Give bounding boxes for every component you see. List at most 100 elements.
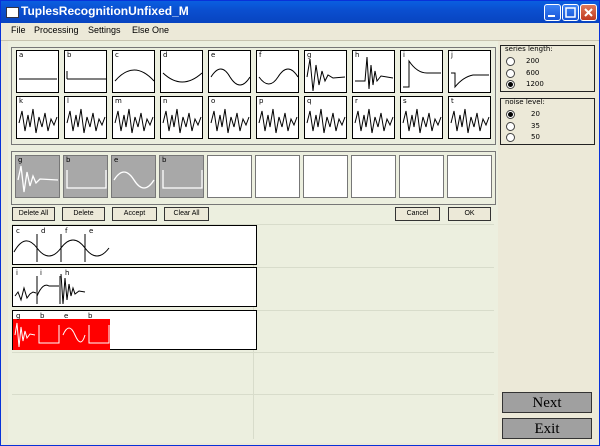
pattern-tile-f[interactable]: f	[256, 50, 299, 93]
delete-all-button[interactable]: Delete All	[12, 207, 55, 221]
result-waveform	[14, 273, 86, 305]
pattern-tile-o[interactable]: o	[208, 96, 251, 139]
pattern-tile-i[interactable]: i	[400, 50, 443, 93]
pattern-tile-b[interactable]: b	[64, 50, 107, 93]
pattern-waveform	[210, 108, 250, 134]
pattern-tile-a[interactable]: a	[16, 50, 59, 93]
pattern-waveform	[162, 108, 202, 134]
pattern-tile-c[interactable]: c	[112, 50, 155, 93]
selection-label: b	[162, 156, 167, 164]
grid-line	[12, 394, 494, 395]
pattern-tile-g[interactable]: g	[304, 50, 347, 93]
radio-label: 1200	[526, 80, 544, 88]
delete-button[interactable]: Delete	[62, 207, 105, 221]
radio-label: 50	[531, 133, 540, 141]
radio-label: 600	[526, 69, 540, 77]
noise-level-title: noise level:	[505, 98, 545, 106]
series-length-1200-radio[interactable]	[506, 80, 515, 89]
minimize-button[interactable]	[544, 4, 561, 21]
accept-button[interactable]: Accept	[112, 207, 157, 221]
cancel-button[interactable]: Cancel	[395, 207, 440, 221]
pattern-tile-h[interactable]: h	[352, 50, 395, 93]
exit-button[interactable]: Exit	[502, 418, 592, 439]
next-button[interactable]: Next	[502, 392, 592, 413]
pattern-waveform	[450, 108, 490, 134]
series-length-200-radio[interactable]	[506, 57, 515, 66]
selection-slot[interactable]	[447, 155, 492, 198]
selection-slot[interactable]: b	[63, 155, 108, 198]
noise-level-35-radio[interactable]	[506, 122, 515, 131]
pattern-waveform	[18, 108, 58, 134]
pattern-waveform	[114, 108, 154, 134]
selection-slot[interactable]	[399, 155, 444, 198]
menu-else-one[interactable]: Else One	[132, 25, 169, 35]
pattern-tile-q[interactable]: q	[304, 96, 347, 139]
pattern-tile-r[interactable]: r	[352, 96, 395, 139]
selection-slot[interactable]: b	[159, 155, 204, 198]
noise-level-50-radio[interactable]	[506, 133, 515, 142]
pattern-waveform	[162, 72, 203, 83]
main-panel: Delete All Delete Accept Clear All Cance…	[8, 41, 498, 443]
selection-waveform	[162, 170, 203, 189]
pattern-waveform	[66, 71, 106, 80]
noise-level-group: noise level: 20 35 50	[500, 98, 595, 145]
window-title: TuplesRecognitionUnfixed_M	[21, 4, 189, 18]
app-window: TuplesRecognitionUnfixed_M File Processi…	[0, 0, 600, 446]
pattern-tile-k[interactable]: k	[16, 96, 59, 139]
pattern-waveform	[306, 58, 346, 92]
radio-label: 35	[531, 122, 540, 130]
pattern-tile-s[interactable]: s	[400, 96, 443, 139]
pattern-tile-j[interactable]: j	[448, 50, 491, 93]
pattern-tile-l[interactable]: l	[64, 96, 107, 139]
maximize-button[interactable]	[562, 4, 579, 21]
selection-label: g	[18, 156, 23, 164]
result-waveform	[14, 322, 110, 348]
pattern-waveform	[19, 78, 57, 80]
menu-file[interactable]: File	[11, 25, 26, 35]
radio-label: 20	[531, 110, 540, 118]
menu-bar: File Processing Settings Else One	[1, 23, 599, 41]
selection-slot[interactable]: g	[15, 155, 60, 198]
radio-label: 200	[526, 57, 540, 65]
selection-label: b	[66, 156, 71, 164]
pattern-waveform	[403, 59, 441, 88]
result-row[interactable]: i i h	[12, 267, 257, 307]
pattern-waveform	[258, 108, 298, 134]
series-length-title: series length:	[505, 45, 553, 53]
selection-waveform	[66, 170, 107, 189]
close-button[interactable]	[580, 4, 597, 21]
selection-waveform	[113, 171, 155, 189]
result-row[interactable]: c d f e	[12, 225, 257, 265]
selection-slot[interactable]: e	[111, 155, 156, 198]
pattern-tile-e[interactable]: e	[208, 50, 251, 93]
menu-settings[interactable]: Settings	[88, 25, 121, 35]
pattern-waveform	[114, 69, 155, 82]
minimize-icon	[548, 15, 555, 17]
close-icon	[584, 8, 593, 17]
title-bar: TuplesRecognitionUnfixed_M	[1, 1, 599, 23]
pattern-waveform	[258, 68, 299, 85]
pattern-waveform	[66, 108, 106, 134]
pattern-tile-d[interactable]: d	[160, 50, 203, 93]
selection-slot[interactable]	[255, 155, 300, 198]
pattern-tile-m[interactable]: m	[112, 96, 155, 139]
selection-slot[interactable]	[351, 155, 396, 198]
noise-level-20-radio[interactable]	[506, 110, 515, 119]
pattern-waveform	[402, 108, 442, 134]
maximize-icon	[565, 7, 576, 18]
pattern-waveform	[355, 56, 394, 90]
pattern-tile-p[interactable]: p	[256, 96, 299, 139]
pattern-waveform	[210, 68, 251, 86]
pattern-tile-n[interactable]: n	[160, 96, 203, 139]
app-icon	[6, 7, 19, 18]
menu-processing[interactable]: Processing	[34, 25, 79, 35]
pattern-waveform	[306, 108, 346, 134]
selection-slot[interactable]	[207, 155, 252, 198]
series-length-600-radio[interactable]	[506, 69, 515, 78]
selection-slot[interactable]	[303, 155, 348, 198]
clear-all-button[interactable]: Clear All	[164, 207, 209, 221]
pattern-waveform	[354, 108, 394, 134]
result-row[interactable]: g b e b	[12, 310, 257, 350]
ok-button[interactable]: OK	[448, 207, 491, 221]
pattern-tile-t[interactable]: t	[448, 96, 491, 139]
